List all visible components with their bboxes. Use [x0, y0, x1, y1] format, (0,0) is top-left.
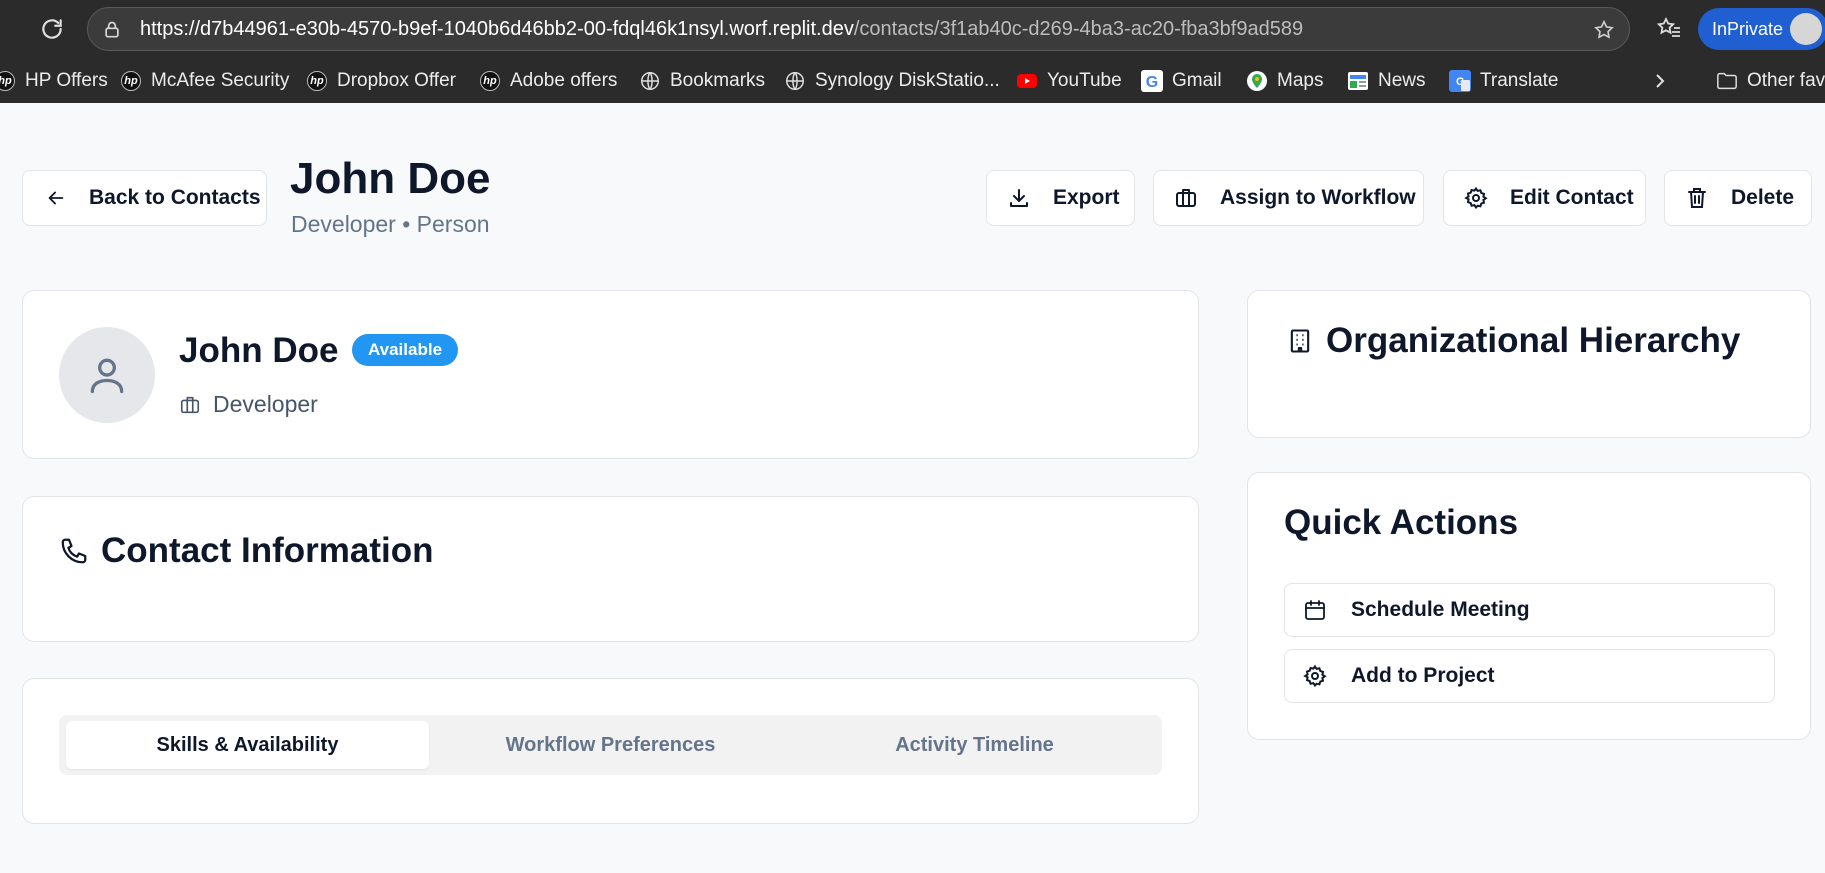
bookmark-synology[interactable]: Synology DiskStatio... — [784, 69, 1000, 93]
maps-icon — [1246, 70, 1268, 92]
page-title: John Doe — [290, 154, 491, 203]
favorite-star-icon[interactable] — [1593, 19, 1615, 41]
back-label: Back to Contacts — [89, 186, 261, 209]
tab-list: Skills & Availability Workflow Preferenc… — [59, 715, 1162, 775]
bookmark-label: HP Offers — [25, 70, 108, 91]
delete-label: Delete — [1731, 186, 1795, 209]
bookmark-other-favorites[interactable]: Other favo — [1716, 69, 1825, 93]
user-icon — [90, 358, 124, 394]
hp-logo-icon: hp — [0, 70, 16, 92]
assign-label: Assign to Workflow — [1220, 186, 1416, 209]
bookmark-translate[interactable]: G Translate — [1449, 69, 1559, 93]
youtube-icon — [1016, 70, 1038, 92]
page-content: Back to Contacts John Doe Developer • Pe… — [0, 103, 1825, 873]
arrow-left-icon — [48, 191, 64, 205]
avatar — [59, 327, 155, 423]
bookmark-label: Translate — [1480, 70, 1559, 91]
organizational-hierarchy-card: Organizational Hierarchy — [1247, 290, 1811, 438]
reload-icon[interactable] — [36, 13, 68, 45]
bookmark-label: Bookmarks — [670, 70, 766, 91]
building-icon — [1290, 329, 1310, 353]
briefcase-icon — [1176, 189, 1196, 207]
bookmark-label: Gmail — [1172, 70, 1222, 91]
tab-workflow-preferences[interactable]: Workflow Preferences — [429, 721, 792, 769]
hp-logo-icon: hp — [479, 70, 501, 92]
calendar-icon — [1305, 600, 1325, 620]
gear-icon — [1303, 664, 1327, 688]
gear-icon — [1464, 186, 1488, 210]
hp-logo-icon: hp — [120, 70, 142, 92]
download-icon — [1010, 189, 1028, 207]
back-to-contacts-button[interactable]: Back to Contacts — [22, 170, 267, 226]
browser-chrome: https://d7b44961-e30b-4570-b9ef-1040b6d4… — [0, 0, 1825, 103]
bookmark-gmail[interactable]: G Gmail — [1141, 69, 1222, 93]
bookmark-news[interactable]: News — [1347, 69, 1426, 93]
url-host: https://d7b44961-e30b-4570-b9ef-1040b6d4… — [140, 18, 854, 40]
bookmarks-bar: hp HP Offers hp McAfee Security hp Dropbox … — [0, 59, 1825, 103]
edit-contact-button[interactable]: Edit Contact — [1443, 170, 1646, 226]
globe-icon — [639, 70, 661, 92]
bookmark-label: News — [1378, 70, 1426, 91]
bookmark-dropbox[interactable]: hp Dropbox Offer — [306, 69, 456, 93]
tab-activity-timeline[interactable]: Activity Timeline — [793, 721, 1156, 769]
bookmark-label: Synology DiskStatio... — [815, 70, 1000, 91]
inprivate-button[interactable]: InPrivate — [1698, 8, 1825, 50]
browser-toolbar: https://d7b44961-e30b-4570-b9ef-1040b6d4… — [0, 0, 1825, 59]
add-to-project-button[interactable]: Add to Project — [1284, 649, 1775, 703]
url-path: /contacts/3f1ab40c-d269-4ba3-ac20-fba3bf… — [853, 18, 1304, 40]
page-subtitle: Developer • Person — [291, 211, 490, 237]
contact-information-title: Contact Information — [101, 531, 434, 570]
hp-logo-icon: hp — [306, 70, 328, 92]
schedule-meeting-label: Schedule Meeting — [1351, 598, 1530, 621]
organizational-hierarchy-heading: Organizational Hierarchy — [1286, 321, 1740, 361]
export-label: Export — [1053, 186, 1120, 209]
delete-button[interactable]: Delete — [1664, 170, 1812, 226]
bookmark-label: McAfee Security — [151, 70, 290, 91]
google-icon: G — [1141, 70, 1163, 92]
chevron-right-icon[interactable] — [1650, 71, 1670, 91]
bookmark-label: Other favo — [1747, 70, 1825, 91]
bookmark-label: Dropbox Offer — [337, 70, 456, 91]
contact-information-heading: Contact Information — [59, 531, 433, 571]
quick-actions-title: Quick Actions — [1284, 503, 1519, 542]
globe-icon — [784, 70, 806, 92]
bookmark-adobe[interactable]: hp Adobe offers — [479, 69, 617, 93]
tab-skills-availability[interactable]: Skills & Availability — [66, 721, 429, 769]
site-info-icon[interactable] — [102, 20, 122, 40]
favorites-icon[interactable] — [1655, 15, 1683, 43]
status-badge: Available — [352, 334, 459, 366]
add-to-project-label: Add to Project — [1351, 664, 1495, 687]
schedule-meeting-button[interactable]: Schedule Meeting — [1284, 583, 1775, 637]
profile-role: Developer — [179, 391, 318, 418]
details-tabs-card: Skills & Availability Workflow Preferenc… — [22, 678, 1199, 824]
trash-icon — [1688, 188, 1706, 208]
edit-label: Edit Contact — [1510, 186, 1634, 209]
profile-avatar — [1790, 13, 1822, 45]
assign-to-workflow-button[interactable]: Assign to Workflow — [1153, 170, 1424, 226]
bookmark-mcafee[interactable]: hp McAfee Security — [120, 69, 289, 93]
profile-name: John Doe — [179, 331, 339, 370]
folder-icon — [1716, 70, 1738, 92]
phone-icon — [61, 538, 87, 564]
address-bar[interactable]: https://d7b44961-e30b-4570-b9ef-1040b6d4… — [87, 7, 1630, 51]
translate-icon: G — [1449, 70, 1471, 92]
organizational-hierarchy-title: Organizational Hierarchy — [1326, 321, 1741, 360]
contact-information-card: Contact Information — [22, 496, 1199, 642]
export-button[interactable]: Export — [986, 170, 1135, 226]
bookmark-label: YouTube — [1047, 70, 1122, 91]
bookmark-maps[interactable]: Maps — [1246, 69, 1323, 93]
bookmark-hp-offers[interactable]: hp HP Offers — [0, 69, 108, 93]
bookmark-label: Maps — [1277, 70, 1324, 91]
bookmark-label: Adobe offers — [510, 70, 618, 91]
briefcase-icon — [180, 396, 200, 413]
svg-text:G: G — [1146, 74, 1158, 91]
url-text: https://d7b44961-e30b-4570-b9ef-1040b6d4… — [140, 18, 1303, 41]
quick-actions-card: Quick Actions Schedule Meeting Add to Pr… — [1247, 472, 1811, 740]
news-icon — [1347, 70, 1369, 92]
bookmark-youtube[interactable]: YouTube — [1016, 69, 1122, 93]
role-label: Developer — [213, 391, 318, 417]
profile-card: John Doe Available Developer — [22, 290, 1199, 459]
bookmark-bookmarks[interactable]: Bookmarks — [639, 69, 765, 93]
inprivate-label: InPrivate — [1712, 19, 1784, 39]
